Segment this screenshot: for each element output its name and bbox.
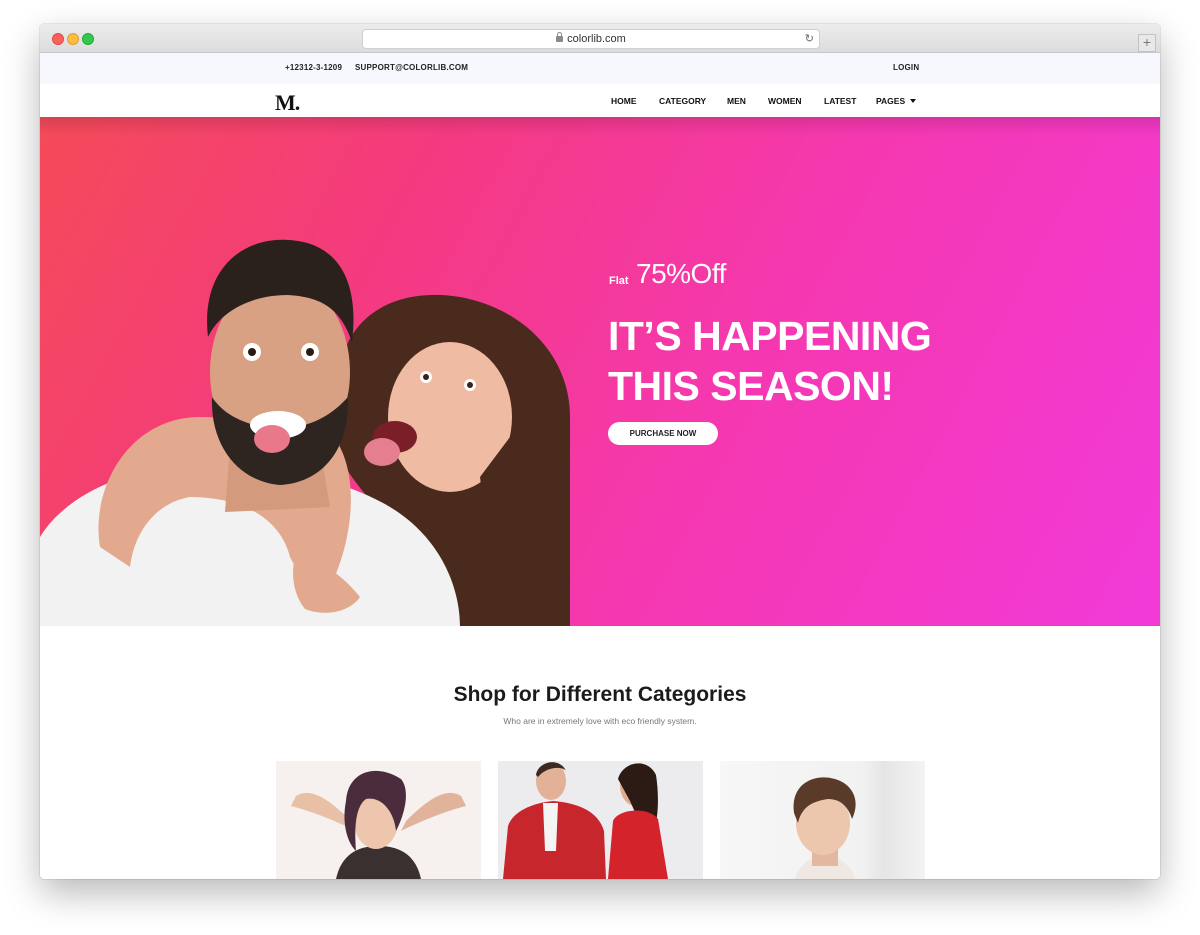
hero-flat-label: Flat	[609, 275, 629, 287]
login-link[interactable]: LOGIN	[893, 63, 919, 72]
categories-subtitle: Who are in extremely love with eco frien…	[503, 716, 697, 726]
nav-latest[interactable]: LATEST	[824, 96, 856, 106]
close-window-button[interactable]	[52, 33, 64, 45]
top-info-bar: +12312-3-1209 SUPPORT@COLORLIB.COM LOGIN	[40, 53, 1160, 84]
nav-men[interactable]: MEN	[727, 96, 746, 106]
nav-pages[interactable]: PAGES	[876, 96, 917, 106]
hero-couple-photo	[40, 239, 570, 626]
nav-category[interactable]: CATEGORY	[659, 96, 706, 106]
browser-titlebar: colorlib.com ↻ +	[40, 24, 1160, 53]
hero-offer: 75%Off	[636, 258, 726, 289]
category-card-women[interactable]	[276, 761, 481, 879]
caret-down-icon	[910, 99, 917, 103]
main-navbar: M. HOME CATEGORY MEN WOMEN LATEST PAGES	[40, 84, 1160, 117]
lock-icon	[556, 32, 564, 42]
address-bar[interactable]: colorlib.com ↻	[362, 29, 820, 49]
contact-phone[interactable]: +12312-3-1209	[285, 63, 342, 72]
address-bar-url: colorlib.com	[567, 33, 626, 45]
contact-email[interactable]: SUPPORT@COLORLIB.COM	[355, 63, 468, 72]
category-image-men	[793, 777, 856, 879]
browser-window: colorlib.com ↻ + +12312-3-1209 SUPPORT@C…	[40, 24, 1160, 879]
category-card-men[interactable]	[720, 761, 925, 879]
minimize-window-button[interactable]	[67, 33, 79, 45]
zoom-window-button[interactable]	[82, 33, 94, 45]
category-image-couple	[503, 762, 668, 879]
category-image-women	[291, 770, 466, 879]
hero-top-shadow	[40, 117, 1160, 135]
site-logo[interactable]: M.	[275, 90, 300, 116]
category-card-couple[interactable]	[498, 761, 703, 879]
nav-women[interactable]: WOMEN	[768, 96, 802, 106]
reload-icon[interactable]: ↻	[805, 30, 814, 48]
nav-pages-label: PAGES	[876, 96, 906, 106]
hero-headline-line2: THIS SEASON!	[608, 363, 894, 409]
hero-headline-line1: IT’S HAPPENING	[608, 313, 932, 359]
categories-title: Shop for Different Categories	[453, 683, 747, 706]
new-tab-icon[interactable]: +	[1138, 34, 1156, 52]
purchase-now-button[interactable]: PURCHASE NOW	[608, 422, 718, 445]
hero-headline: IT’S HAPPENING THIS SEASON!	[608, 311, 1008, 411]
nav-home[interactable]: HOME	[611, 96, 637, 106]
hero-banner: Flat 75%Off IT’S HAPPENING THIS SEASON! …	[40, 117, 1160, 626]
